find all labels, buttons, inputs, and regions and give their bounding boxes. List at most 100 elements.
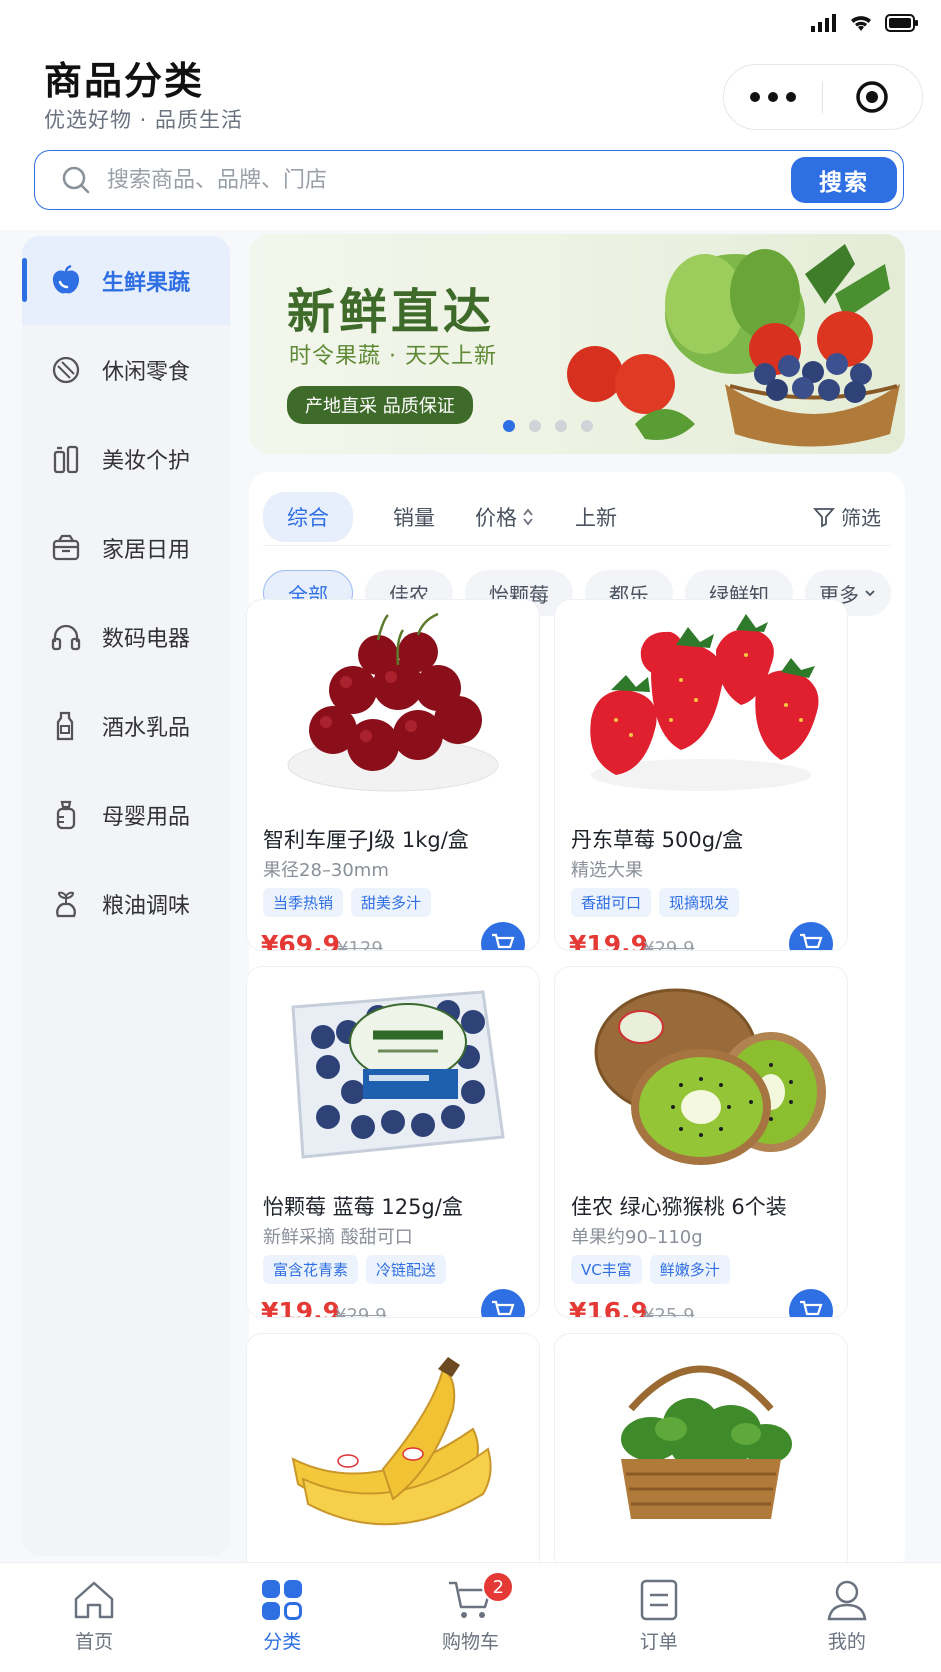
product-card[interactable]: 佳农 绿心猕猴桃 6个装 单果约90–110g VC丰富 鲜嫩多汁 ¥16.9 ¥…	[554, 966, 848, 1318]
banner-dot[interactable]	[555, 420, 567, 432]
sort-sales[interactable]: 销量	[393, 502, 435, 532]
search-bar: 搜索	[34, 150, 904, 210]
banner-title: 新鲜直达	[287, 284, 496, 340]
sort-arrows-icon	[523, 508, 533, 525]
product-image	[555, 967, 847, 1177]
product-tags: 富含花青素 冷链配送	[263, 1255, 447, 1284]
home-icon	[74, 1581, 114, 1619]
more-button[interactable]	[724, 92, 822, 102]
banner-indicator	[503, 420, 593, 432]
home-goods-icon	[48, 530, 84, 566]
product-desc: 精选大果	[571, 860, 643, 881]
sidebar-item-grain[interactable]: 粮油调味	[22, 859, 230, 948]
cherries-image	[287, 612, 499, 792]
sidebar-item-home[interactable]: 家居日用	[22, 503, 230, 592]
tab-profile[interactable]: 我的	[753, 1563, 941, 1672]
category-icon	[262, 1580, 303, 1620]
sidebar-item-label: 家居日用	[102, 537, 191, 563]
mini-program-capsule	[723, 64, 923, 130]
product-image	[555, 600, 847, 810]
tab-home[interactable]: 首页	[0, 1563, 188, 1672]
tab-label: 分类	[263, 1631, 302, 1653]
order-icon	[640, 1579, 677, 1621]
vegetables-image	[567, 244, 900, 447]
product-tags: VC丰富 鲜嫩多汁	[571, 1255, 730, 1284]
cosmetics-icon	[48, 441, 84, 477]
bananas-image	[291, 1357, 492, 1526]
product-desc: 果径28–30mm	[263, 860, 389, 881]
add-to-cart-button[interactable]	[481, 922, 525, 950]
product-original-price: ¥29.9	[643, 938, 695, 951]
add-to-cart-button[interactable]	[789, 1289, 833, 1317]
product-tag: 甜美多汁	[351, 888, 432, 917]
search-icon	[62, 166, 90, 194]
add-to-cart-button[interactable]	[481, 1289, 525, 1317]
banner-dot[interactable]	[581, 420, 593, 432]
product-tag: 冷链配送	[366, 1255, 447, 1284]
sidebar-item-digital[interactable]: 数码电器	[22, 592, 230, 681]
filter-button[interactable]: 筛选	[813, 502, 881, 531]
close-miniprogram-button[interactable]	[823, 80, 921, 114]
bottle-icon	[48, 708, 84, 744]
product-card[interactable]: 怡颗莓 蓝莓 125g/盒 新鲜采摘 酸甜可口 富含花青素 冷链配送 ¥19.9 …	[246, 966, 540, 1318]
sidebar-item-label: 粮油调味	[102, 893, 191, 919]
product-tag: 鲜嫩多汁	[649, 1255, 730, 1284]
fruit-icon	[48, 263, 84, 299]
product-name: 丹东草莓 500g/盒	[571, 828, 744, 852]
sidebar-item-label: 生鲜果蔬	[102, 270, 191, 296]
product-panel: 综合 销量 价格 上新 筛选 全部 佳农 怡颗莓 都乐 绿鲜知 更多 智利车厘子…	[246, 472, 905, 1573]
sidebar-item-beauty[interactable]: 美妆个护	[22, 414, 230, 503]
tab-orders[interactable]: 订单	[565, 1563, 753, 1672]
cart-icon	[800, 1300, 823, 1316]
sort-price[interactable]: 价格	[475, 502, 535, 532]
sort-price-label: 价格	[475, 505, 517, 530]
tab-category[interactable]: 分类	[188, 1563, 376, 1672]
battery-icon	[885, 14, 918, 32]
product-tag: 现摘现发	[659, 888, 740, 917]
vegetable-basket-image	[621, 1365, 792, 1519]
search-input[interactable]	[107, 167, 791, 193]
product-tag: 富含花青素	[263, 1255, 359, 1284]
product-card[interactable]: 智利车厘子J级 1kg/盒 果径28–30mm 当季热销 甜美多汁 ¥69.9 ¥…	[246, 599, 540, 951]
signal-icon	[811, 14, 836, 32]
banner-dot[interactable]	[503, 420, 515, 432]
sort-comprehensive[interactable]: 综合	[263, 491, 353, 542]
banner-subtitle: 时令果蔬 · 天天上新	[289, 344, 497, 369]
cart-icon	[492, 933, 515, 949]
product-tags: 当季热销 甜美多汁	[263, 888, 432, 917]
product-price: ¥19.9	[261, 1297, 341, 1318]
product-card[interactable]	[554, 1333, 848, 1573]
grain-icon	[48, 886, 84, 922]
product-tag: 香甜可口	[571, 888, 652, 917]
banner-dot[interactable]	[529, 420, 541, 432]
sidebar-item-drinks[interactable]: 酒水乳品	[22, 681, 230, 770]
sidebar-item-label: 母婴用品	[102, 804, 191, 830]
product-price: ¥16.9	[569, 1297, 649, 1318]
tab-label: 我的	[827, 1631, 866, 1653]
product-card[interactable]	[246, 1333, 540, 1573]
product-price: ¥69.9	[261, 930, 341, 951]
cart-icon	[800, 933, 823, 949]
product-name: 佳农 绿心猕猴桃 6个装	[571, 1195, 787, 1219]
add-to-cart-button[interactable]	[789, 922, 833, 950]
sort-bar: 综合 销量 价格 上新 筛选	[263, 488, 891, 546]
category-sidebar: 生鲜果蔬 休闲零食 美妆个护 家居日用 数码电器 酒水乳品 母婴用品 粮油调味	[22, 236, 230, 1556]
product-card[interactable]: 丹东草莓 500g/盒 精选大果 香甜可口 现摘现发 ¥19.9 ¥29.9	[554, 599, 848, 951]
sort-new[interactable]: 上新	[575, 502, 617, 532]
sidebar-item-label: 美妆个护	[102, 448, 191, 474]
product-original-price: ¥25.9	[643, 1305, 695, 1318]
wifi-icon	[851, 16, 871, 31]
search-button[interactable]: 搜索	[791, 157, 897, 203]
blueberries-box-image	[291, 990, 505, 1159]
tab-cart[interactable]: 2 购物车	[376, 1563, 564, 1672]
banner-tag: 产地直采 品质保证	[287, 386, 473, 424]
promo-banner[interactable]: 新鲜直达 时令果蔬 · 天天上新 产地直采 品质保证	[249, 234, 905, 454]
product-name: 怡颗莓 蓝莓 125g/盒	[263, 1195, 463, 1219]
product-tag: VC丰富	[571, 1255, 642, 1284]
sidebar-item-baby[interactable]: 母婴用品	[22, 770, 230, 859]
sidebar-item-snacks[interactable]: 休闲零食	[22, 325, 230, 414]
product-original-price: ¥129	[337, 938, 383, 951]
page-title: 商品分类	[44, 59, 205, 103]
tab-label: 购物车	[442, 1631, 500, 1653]
sidebar-item-fresh[interactable]: 生鲜果蔬	[22, 236, 230, 325]
